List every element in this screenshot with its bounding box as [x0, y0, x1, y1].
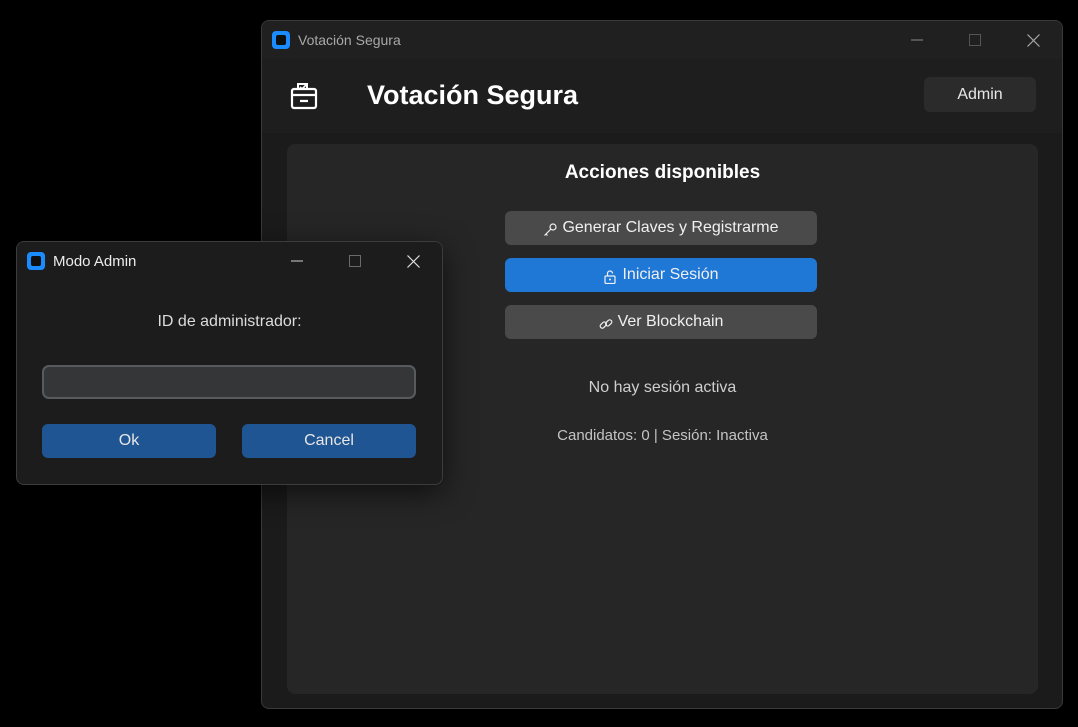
minimize-icon	[911, 39, 923, 41]
login-button[interactable]: Iniciar Sesión	[505, 258, 817, 292]
ok-button[interactable]: Ok	[42, 424, 216, 458]
view-blockchain-button[interactable]: Ver Blockchain	[505, 305, 817, 339]
maximize-button[interactable]	[946, 21, 1004, 59]
window-controls	[888, 21, 1062, 59]
close-button[interactable]	[1004, 21, 1062, 59]
maximize-icon	[349, 255, 361, 267]
admin-id-label: ID de administrador:	[157, 313, 302, 330]
admin-id-input[interactable]	[42, 365, 416, 399]
dialog-title: Modo Admin	[53, 252, 137, 270]
dialog-minimize-button[interactable]	[268, 242, 326, 280]
app-heading: Votación Segura	[367, 80, 579, 110]
dialog-maximize-button[interactable]	[326, 242, 384, 280]
login-label: Iniciar Sesión	[622, 266, 719, 283]
minimize-icon	[291, 260, 303, 262]
main-titlebar[interactable]: Votación Segura	[262, 21, 1062, 59]
dialog-app-icon	[27, 252, 45, 270]
generate-keys-label: Generar Claves y Registrarme	[562, 219, 779, 236]
dialog-close-button[interactable]	[384, 242, 442, 280]
view-blockchain-label: Ver Blockchain	[617, 313, 724, 330]
key-icon	[544, 222, 558, 236]
window-title: Votación Segura	[298, 32, 401, 48]
admin-button[interactable]: Admin	[924, 77, 1036, 112]
maximize-icon	[969, 34, 981, 46]
header-bar: Votación Segura Admin	[262, 59, 1062, 133]
cancel-button[interactable]: Cancel	[242, 424, 416, 458]
app-icon	[272, 31, 290, 49]
dialog-window-controls	[268, 242, 442, 280]
unlock-icon	[604, 269, 617, 284]
generate-keys-button[interactable]: Generar Claves y Registrarme	[505, 211, 817, 245]
admin-dialog: Modo Admin ID de administrador: Ok Cance…	[16, 241, 443, 485]
close-icon	[1026, 33, 1040, 47]
link-icon	[599, 318, 612, 329]
close-icon	[406, 254, 420, 268]
ballot-box-icon	[290, 83, 318, 110]
dialog-titlebar[interactable]: Modo Admin	[17, 242, 442, 280]
panel-title: Acciones disponibles	[564, 162, 761, 183]
minimize-button[interactable]	[888, 21, 946, 59]
